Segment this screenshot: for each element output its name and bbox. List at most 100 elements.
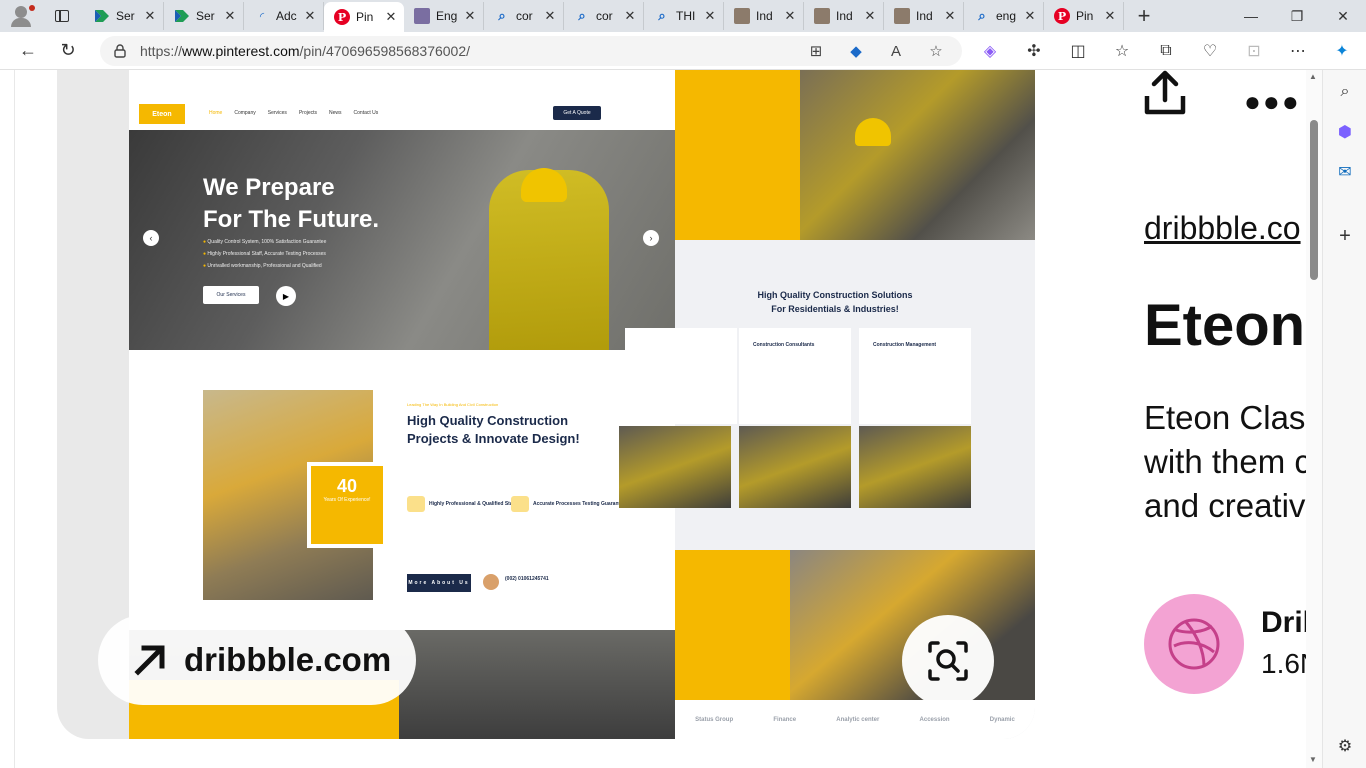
partner-logo: Status Group — [695, 716, 734, 723]
page-content: Eteon Home Company Services Projects News Con… — [0, 70, 1322, 768]
tab-title: cor — [596, 9, 613, 23]
split-screen-icon[interactable]: ◫ — [1056, 32, 1100, 70]
refresh-button[interactable]: ↻ — [48, 32, 88, 70]
close-tab-icon[interactable]: ✕ — [1103, 9, 1117, 23]
copilot-icon[interactable]: ✦ — [1320, 32, 1364, 70]
tab-actions-button[interactable] — [40, 0, 84, 32]
close-tab-icon[interactable]: ✕ — [384, 10, 398, 24]
sidebar-settings-icon[interactable]: ⚙ — [1323, 726, 1366, 766]
chevron-left-icon: ‹ — [143, 230, 159, 246]
search-icon: ⌕ — [658, 8, 666, 23]
copilot-edge-icon[interactable]: ◈ — [968, 32, 1012, 70]
browser-tab[interactable]: Eng ✕ — [404, 2, 484, 30]
tab-title: Ser — [116, 9, 135, 23]
mockup-hero-button: Our Services — [203, 286, 259, 304]
copilot-app-icon[interactable]: ⬢ — [1323, 112, 1366, 152]
close-tab-icon[interactable]: ✕ — [943, 9, 957, 23]
page-scrollbar[interactable]: ▲ ▼ — [1306, 70, 1322, 768]
tab-title: Pin — [1076, 9, 1094, 23]
green-arrow-icon — [174, 8, 190, 24]
search-icon: ⌕ — [978, 8, 986, 23]
favorite-star-icon[interactable]: ☆ — [916, 36, 956, 66]
search-icon: ⌕ — [498, 8, 506, 23]
screenshot-icon[interactable]: ⊡ — [1232, 32, 1276, 70]
add-sidebar-app-icon[interactable]: + — [1323, 216, 1366, 256]
mockup-nav-item: News — [329, 110, 342, 116]
favorites-icon[interactable]: ☆ — [1100, 32, 1144, 70]
browser-tab[interactable]: ◜ Adc ✕ — [244, 2, 324, 30]
creator-avatar[interactable] — [1144, 594, 1244, 694]
creator-name[interactable]: Dribl — [1261, 606, 1306, 640]
close-tab-icon[interactable]: ✕ — [623, 9, 637, 23]
new-tab-button[interactable]: + — [1124, 0, 1164, 32]
app-available-icon[interactable]: ⊞ — [796, 36, 836, 66]
partner-logo: Accession — [919, 716, 950, 723]
mockup-about: 40 Years Of Experience! Leading The Way … — [129, 350, 675, 600]
browser-tab[interactable]: Ser ✕ — [164, 2, 244, 30]
image-thumb-icon — [734, 8, 750, 24]
profile-button[interactable] — [0, 0, 40, 32]
close-tab-icon[interactable]: ✕ — [703, 9, 717, 23]
creator-followers: 1.6N — [1261, 648, 1306, 679]
collections-icon[interactable]: ⧉ — [1144, 32, 1188, 70]
browser-tab[interactable]: ⌕ eng ✕ — [964, 2, 1044, 30]
minimize-button[interactable]: — — [1228, 0, 1274, 32]
browser-tab[interactable]: Ser ✕ — [84, 2, 164, 30]
scrollbar-thumb[interactable] — [1310, 120, 1318, 280]
url-text: https://www.pinterest.com/pin/4706965985… — [140, 43, 471, 59]
back-button[interactable]: ← — [8, 32, 48, 70]
tab-title: Adc — [276, 9, 297, 23]
browser-tab[interactable]: ⌕ cor ✕ — [484, 2, 564, 30]
browser-tab[interactable]: Ind ✕ — [804, 2, 884, 30]
more-options-icon[interactable]: ●●● — [1244, 86, 1301, 118]
search-icon[interactable]: ⌕ — [1323, 72, 1366, 112]
extensions-icon[interactable]: ✣ — [1012, 32, 1056, 70]
chevron-right-icon: › — [643, 230, 659, 246]
partner-logo: Analytic center — [836, 716, 880, 723]
visit-site-button[interactable]: dribbble.com — [98, 615, 416, 705]
browser-tab[interactable]: Ind ✕ — [724, 2, 804, 30]
tab-title: Ind — [836, 9, 853, 23]
browser-tab[interactable]: P Pin ✕ — [324, 2, 404, 32]
partner-logo: Dynamic — [989, 716, 1015, 723]
mockup-hero-point: Highly Professional Staff, Accurate Test… — [203, 248, 326, 260]
browser-toolbar: ← ↻ https://www.pinterest.com/pin/470696… — [0, 32, 1366, 70]
shopping-tag-icon[interactable]: ◆ — [836, 36, 876, 66]
close-tab-icon[interactable]: ✕ — [143, 9, 157, 23]
close-window-button[interactable]: ✕ — [1320, 0, 1366, 32]
restore-button[interactable]: ❐ — [1274, 0, 1320, 32]
close-tab-icon[interactable]: ✕ — [543, 9, 557, 23]
outlook-icon[interactable]: ✉ — [1323, 152, 1366, 192]
close-tab-icon[interactable]: ✕ — [863, 9, 877, 23]
read-aloud-icon[interactable]: A — [876, 36, 916, 66]
mockup-badge: 40 Years Of Experience! — [307, 462, 387, 548]
close-tab-icon[interactable]: ✕ — [463, 9, 477, 23]
loading-icon: ◜ — [259, 10, 265, 23]
share-icon[interactable] — [1144, 70, 1186, 118]
source-domain-link[interactable]: dribbble.co — [1144, 210, 1301, 247]
profile-avatar-icon — [15, 6, 27, 18]
mockup-hero: We PrepareFor The Future. Quality Contro… — [129, 130, 675, 350]
browser-essentials-icon[interactable]: ♡ — [1188, 32, 1232, 70]
browser-tab[interactable]: Ind ✕ — [884, 2, 964, 30]
browser-tab[interactable]: P Pin ✕ — [1044, 2, 1124, 30]
tab-title: THI — [676, 9, 696, 23]
browser-tab[interactable]: ⌕ cor ✕ — [564, 2, 644, 30]
address-bar[interactable]: https://www.pinterest.com/pin/4706965985… — [100, 36, 962, 66]
close-tab-icon[interactable]: ✕ — [303, 9, 317, 23]
mockup-logo: Eteon — [139, 104, 185, 124]
mockup-nav: Home Company Services Projects News Contact U… — [209, 110, 378, 116]
close-tab-icon[interactable]: ✕ — [223, 9, 237, 23]
visual-search-button[interactable] — [902, 615, 994, 707]
scroll-up-icon[interactable]: ▲ — [1309, 72, 1317, 81]
settings-more-icon[interactable]: ⋯ — [1276, 32, 1320, 70]
close-tab-icon[interactable]: ✕ — [783, 9, 797, 23]
tab-title: Ser — [196, 9, 215, 23]
notification-dot — [29, 5, 35, 11]
close-tab-icon[interactable]: ✕ — [1023, 9, 1037, 23]
tab-title: cor — [516, 9, 533, 23]
mockup-services-title: High Quality Construction Solutions For R… — [757, 290, 913, 314]
browser-tab[interactable]: ⌕ THI ✕ — [644, 2, 724, 30]
mockup-about-title: High Quality Construction Projects & Inno… — [407, 413, 580, 446]
scroll-down-icon[interactable]: ▼ — [1309, 755, 1317, 764]
